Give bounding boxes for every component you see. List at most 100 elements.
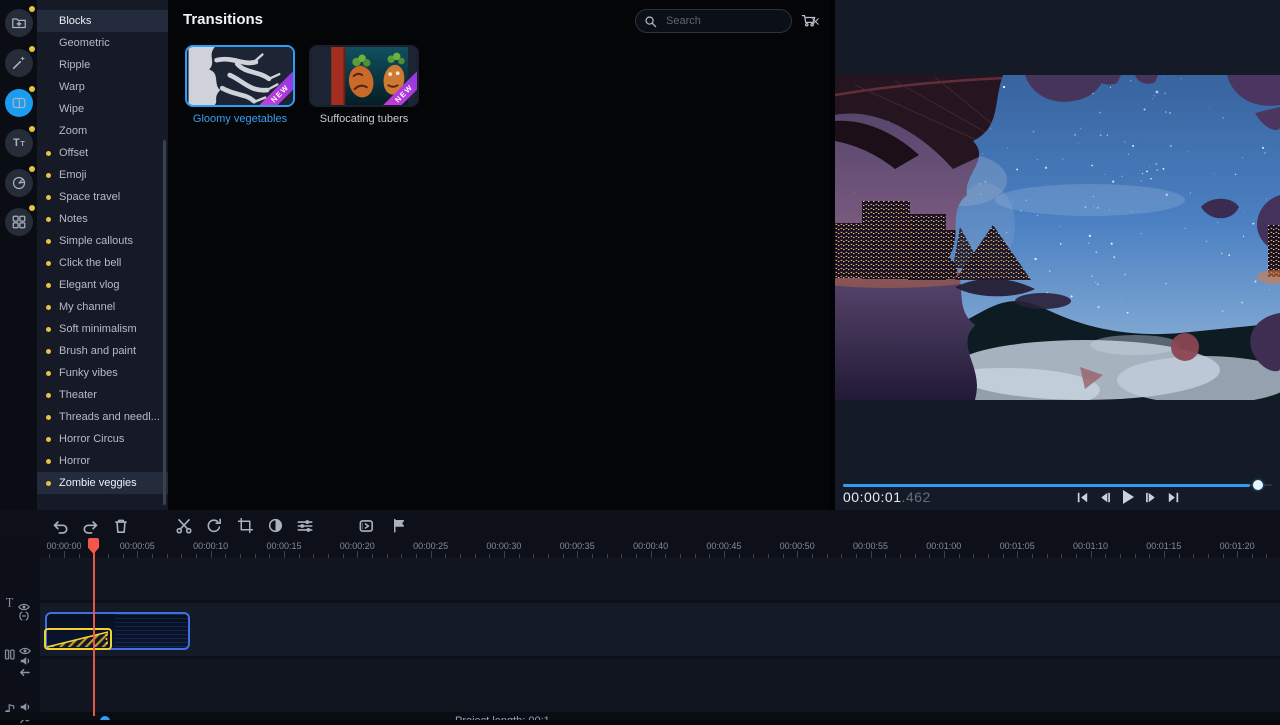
titles-track-link-icon[interactable]: [18, 610, 30, 622]
category-label: Elegant vlog: [59, 279, 120, 291]
new-category-dot: [46, 151, 51, 156]
storyboard-icon[interactable]: [3, 648, 16, 661]
sidebar-tool-stickers[interactable]: [5, 169, 33, 197]
split-icon[interactable]: [174, 517, 194, 537]
transition-label: Suffocating tubers: [307, 113, 421, 125]
frame-forward-icon[interactable]: [1144, 490, 1159, 505]
new-category-dot: [46, 305, 51, 310]
category-scrollbar[interactable]: [163, 140, 166, 505]
seek-handle[interactable]: [1253, 480, 1263, 490]
sidebar-tool-titles[interactable]: TT: [5, 129, 33, 157]
transition-clip[interactable]: [44, 628, 112, 650]
sidebar-tool-more-tools[interactable]: [5, 208, 33, 236]
transition-label: Gloomy vegetables: [183, 113, 297, 125]
category-item[interactable]: Brush and paint: [37, 340, 168, 362]
category-label: Zoom: [59, 125, 87, 137]
magic-wand-icon: [11, 55, 27, 71]
skip-end-icon[interactable]: [1166, 490, 1181, 505]
transition-icon: [11, 95, 27, 111]
category-label: Horror: [59, 455, 90, 467]
ruler-label: 00:00:55: [853, 541, 888, 551]
category-item[interactable]: Geometric: [37, 32, 168, 54]
category-item[interactable]: Zoom: [37, 120, 168, 142]
ruler-label: 00:00:25: [413, 541, 448, 551]
video-track-arrow-left-icon[interactable]: [18, 666, 31, 679]
category-label: Offset: [59, 147, 88, 159]
category-item[interactable]: My channel: [37, 296, 168, 318]
play-icon[interactable]: [1119, 488, 1137, 506]
category-label: Threads and needl...: [59, 411, 160, 423]
ruler-label: 00:00:40: [633, 541, 668, 551]
transition-item: NEW Suffocating tubers: [307, 45, 421, 125]
category-item[interactable]: Zombie veggies: [37, 472, 168, 494]
rotate-icon[interactable]: [204, 517, 224, 537]
timeline-statusbar: Project length: 00:1: [0, 712, 1280, 720]
new-category-dot: [46, 459, 51, 464]
category-item[interactable]: Horror Circus: [37, 428, 168, 450]
new-category-dot: [46, 239, 51, 244]
category-item[interactable]: Theater: [37, 384, 168, 406]
new-category-dot: [46, 217, 51, 222]
new-category-dot: [46, 173, 51, 178]
category-item[interactable]: Offset: [37, 142, 168, 164]
folder-plus-icon: [11, 15, 27, 31]
sliders-icon[interactable]: [295, 517, 315, 537]
new-category-dot: [46, 283, 51, 288]
contrast-icon[interactable]: [265, 517, 285, 537]
undo-icon[interactable]: [50, 517, 70, 537]
ruler-label: 00:01:15: [1146, 541, 1181, 551]
timeline-zoom-handle[interactable]: [100, 716, 110, 720]
new-category-dot: [46, 195, 51, 200]
preview-video-frame[interactable]: [835, 75, 1280, 400]
video-editor-window: TT Blocks Geometric RippleWarpWipe Zoom Offs…: [0, 0, 1280, 720]
playhead[interactable]: [88, 538, 99, 554]
category-item[interactable]: Emoji: [37, 164, 168, 186]
ruler-label: 00:00:45: [706, 541, 741, 551]
new-category-dot: [46, 327, 51, 332]
panel-title: Transitions: [183, 11, 263, 28]
audio-track-lane[interactable]: [40, 658, 1280, 712]
sidebar-tool-filters[interactable]: [5, 49, 33, 77]
ruler-label: 00:01:10: [1073, 541, 1108, 551]
store-cart-icon[interactable]: [798, 11, 820, 33]
video-track-lane[interactable]: [40, 603, 1280, 656]
playhead-line: [93, 538, 95, 716]
flag-icon[interactable]: [388, 517, 408, 537]
titles-track-lane[interactable]: [40, 558, 1280, 600]
sidebar-tool-media[interactable]: [5, 9, 33, 37]
skip-start-icon[interactable]: [1075, 490, 1090, 505]
seek-bar[interactable]: [843, 481, 1272, 489]
trash-icon[interactable]: [111, 517, 131, 537]
category-label: My channel: [59, 301, 115, 313]
frame-back-icon[interactable]: [1097, 490, 1112, 505]
search-box[interactable]: [635, 9, 792, 33]
new-content-badge: [29, 126, 35, 132]
sidebar-tool-transitions[interactable]: [5, 89, 33, 117]
transition-thumbnail[interactable]: NEW: [185, 45, 295, 107]
category-item[interactable]: Horror: [37, 450, 168, 472]
redo-icon[interactable]: [80, 517, 100, 537]
category-item[interactable]: Wipe: [37, 98, 168, 120]
category-item[interactable]: Blocks: [37, 10, 168, 32]
category-label: Notes: [59, 213, 88, 225]
search-input[interactable]: [664, 14, 810, 28]
transition-thumbnail[interactable]: NEW: [309, 45, 419, 107]
titles-track-icon[interactable]: T: [3, 596, 16, 609]
category-item[interactable]: Elegant vlog: [37, 274, 168, 296]
category-item[interactable]: Click the bell: [37, 252, 168, 274]
category-item[interactable]: Threads and needl...: [37, 406, 168, 428]
category-item[interactable]: Space travel: [37, 186, 168, 208]
transition-grid: NEW Gloomy vegetables NEW Suffocating tube…: [183, 45, 421, 125]
category-item[interactable]: Soft minimalism: [37, 318, 168, 340]
slideshow-icon[interactable]: [356, 517, 376, 537]
category-item[interactable]: Funky vibes: [37, 362, 168, 384]
category-item[interactable]: Simple callouts: [37, 230, 168, 252]
category-label: Geometric: [59, 37, 110, 49]
new-content-badge: [29, 6, 35, 12]
category-label: Theater: [59, 389, 97, 401]
crop-icon[interactable]: [235, 517, 255, 537]
category-item[interactable]: Warp: [37, 76, 168, 98]
ruler-label: 00:00:50: [780, 541, 815, 551]
category-item[interactable]: Ripple: [37, 54, 168, 76]
category-item[interactable]: Notes: [37, 208, 168, 230]
